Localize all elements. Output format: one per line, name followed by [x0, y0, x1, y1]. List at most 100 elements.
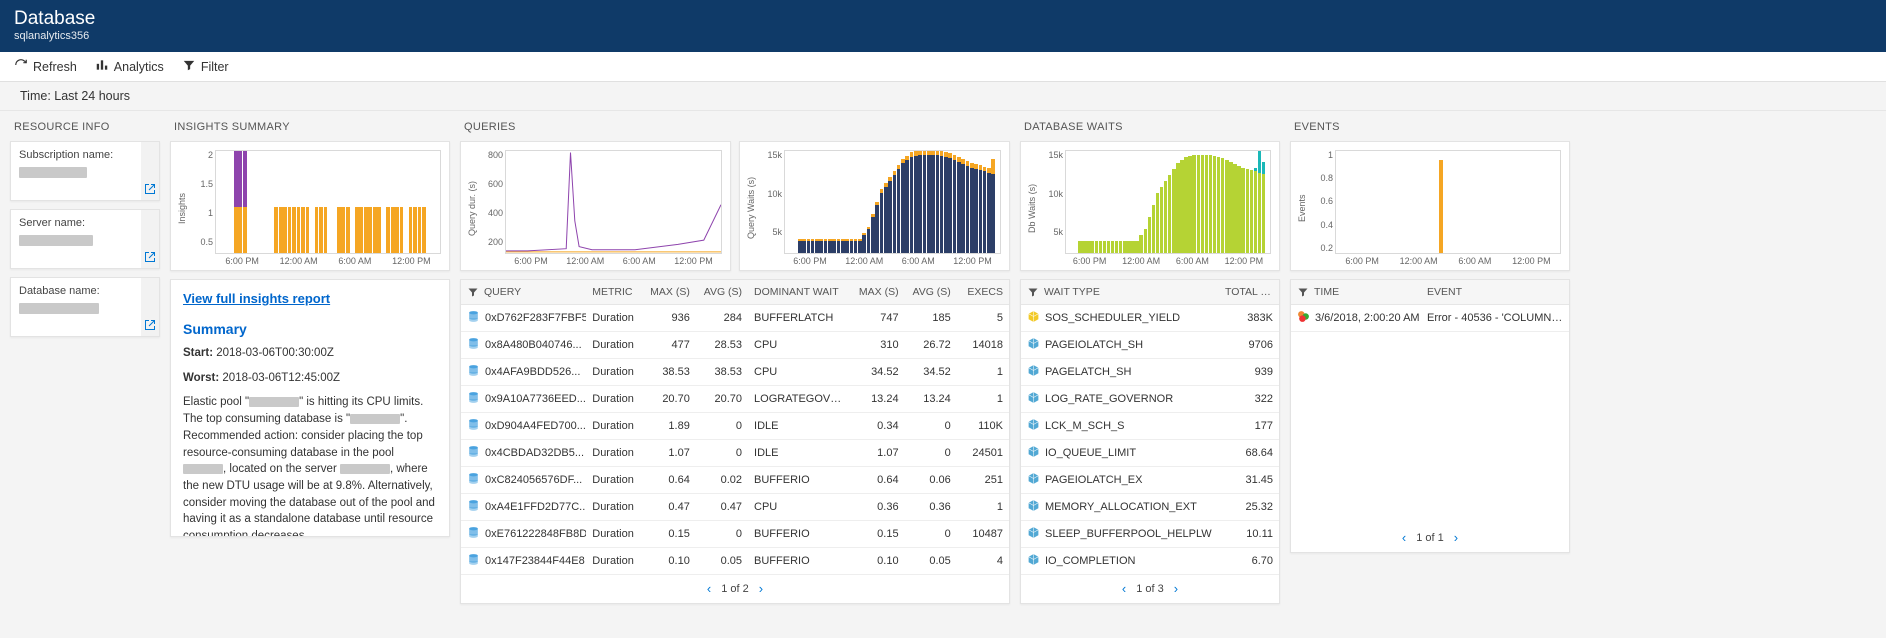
events-next-button[interactable]: ›: [1454, 530, 1458, 545]
refresh-button[interactable]: Refresh: [14, 58, 77, 75]
cube-icon: [1027, 499, 1040, 515]
y-axis-label: Query dur. (s): [467, 150, 477, 266]
time-range-label: Time: Last 24 hours: [20, 89, 130, 103]
toolbar: Refresh Analytics Filter: [0, 52, 1886, 82]
wait-type: MEMORY_ALLOCATION_EXT: [1045, 501, 1197, 513]
y-axis-label: Query Waits (s): [746, 150, 756, 266]
open-resource-button[interactable]: [141, 278, 159, 336]
view-full-report-link[interactable]: View full insights report: [183, 291, 330, 306]
table-row[interactable]: 0xC824056576DF... Duration0.640.02 BUFFE…: [461, 467, 1009, 494]
resource-section-title: RESOURCE INFO: [10, 119, 160, 133]
cube-icon: [1027, 391, 1040, 407]
table-row[interactable]: PAGELATCH_SH 939: [1021, 359, 1279, 386]
events-table: TIMEEVENT 3/6/2018, 2:00:20 AM Error - 4…: [1291, 280, 1569, 332]
table-row[interactable]: 3/6/2018, 2:00:20 AM Error - 40536 - 'CO…: [1291, 305, 1569, 332]
query-hash: 0xE761222848FB8D: [485, 528, 586, 540]
refresh-label: Refresh: [33, 60, 77, 74]
table-row[interactable]: LOG_RATE_GOVERNOR 322: [1021, 386, 1279, 413]
waits-table: WAIT TYPETOTAL (S) SOS_SCHEDULER_YIELD 3…: [1021, 280, 1279, 575]
event-text: Error - 40536 - 'COLUMNST...: [1421, 305, 1569, 332]
worst-value: 2018-03-06T12:45:00Z: [222, 372, 340, 384]
table-row[interactable]: IO_QUEUE_LIMIT 68.64: [1021, 440, 1279, 467]
resource-card: Database name:: [10, 277, 160, 337]
insights-section-title: INSIGHTS SUMMARY: [170, 119, 450, 133]
wait-type: IO_COMPLETION: [1045, 555, 1135, 567]
cube-icon: [1027, 418, 1040, 434]
table-row[interactable]: PAGEIOLATCH_EX 31.45: [1021, 467, 1279, 494]
error-icon: [1297, 310, 1310, 326]
events-chart: Events 10.80.60.40.2 6:00 PM12:00 AM6:00…: [1290, 141, 1570, 271]
table-row[interactable]: 0x4AFA9BDD526... Duration38.5338.53 CPU3…: [461, 359, 1009, 386]
event-time: 3/6/2018, 2:00:20 AM: [1315, 312, 1420, 324]
table-row[interactable]: LCK_M_SCH_S 177: [1021, 413, 1279, 440]
database-icon: [467, 553, 480, 569]
resource-label: Subscription name:: [19, 149, 133, 161]
table-row[interactable]: 0x4CBDAD32DB5... Duration1.070 IDLE1.070…: [461, 440, 1009, 467]
database-icon: [467, 310, 480, 326]
table-row[interactable]: 0xD762F283F7FBF5 Duration936284 BUFFERLA…: [461, 305, 1009, 332]
events-table-card: TIMEEVENT 3/6/2018, 2:00:20 AM Error - 4…: [1290, 279, 1570, 553]
query-hash: 0x9A10A7736EED...: [485, 393, 586, 405]
table-row[interactable]: 0xA4E1FFD2D77C... Duration0.470.47 CPU0.…: [461, 494, 1009, 521]
cube-icon: [1027, 364, 1040, 380]
queries-prev-button[interactable]: ‹: [707, 581, 711, 596]
table-row[interactable]: PAGEIOLATCH_SH 9706: [1021, 332, 1279, 359]
wait-type: SOS_SCHEDULER_YIELD: [1045, 312, 1180, 324]
filter-button[interactable]: Filter: [182, 58, 229, 75]
database-icon: [467, 472, 480, 488]
resource-value-placeholder: [19, 235, 93, 246]
open-resource-button[interactable]: [141, 210, 159, 268]
table-row[interactable]: 0x9A10A7736EED... Duration20.7020.70 LOG…: [461, 386, 1009, 413]
queries-table-card: QUERYMETRICMAX (S)AVG (S)DOMINANT WAITMA…: [460, 279, 1010, 604]
cube-icon: [1027, 472, 1040, 488]
page-subtitle: sqlanalytics356: [14, 30, 1872, 42]
waits-prev-button[interactable]: ‹: [1122, 581, 1126, 596]
summary-heading: Summary: [183, 319, 437, 339]
table-row[interactable]: 0xD904A4FED700... Duration1.890 IDLE0.34…: [461, 413, 1009, 440]
filter-label: Filter: [201, 60, 229, 74]
query-hash: 0x4AFA9BDD526...: [485, 366, 580, 378]
table-row[interactable]: 0x8A480B040746... Duration47728.53 CPU31…: [461, 332, 1009, 359]
wait-type: LOG_RATE_GOVERNOR: [1045, 393, 1173, 405]
table-row[interactable]: 0xE761222848FB8D Duration0.150 BUFFERIO0…: [461, 521, 1009, 548]
insights-summary-card: View full insights report Summary Start:…: [170, 279, 450, 537]
insights-chart: Insights 21.510.5 6:00 PM12:00 AM6:00 AM…: [170, 141, 450, 271]
query-hash: 0xD762F283F7FBF5: [485, 312, 586, 324]
start-label: Start:: [183, 347, 213, 359]
database-icon: [467, 364, 480, 380]
resource-card: Server name:: [10, 209, 160, 269]
queries-pager: ‹ 1 of 2 ›: [461, 575, 1009, 603]
query-hash: 0xA4E1FFD2D77C...: [485, 501, 586, 513]
queries-next-button[interactable]: ›: [759, 581, 763, 596]
resource-label: Server name:: [19, 217, 133, 229]
events-section-title: EVENTS: [1290, 119, 1570, 133]
wait-type: PAGEIOLATCH_SH: [1045, 339, 1143, 351]
resource-label: Database name:: [19, 285, 133, 297]
cube-icon: [1027, 337, 1040, 353]
wait-type: IO_QUEUE_LIMIT: [1045, 447, 1136, 459]
open-resource-button[interactable]: [141, 142, 159, 200]
table-row[interactable]: SOS_SCHEDULER_YIELD 383K: [1021, 305, 1279, 332]
query-hash: 0x147F23844F44E8: [485, 555, 585, 567]
resource-card: Subscription name:: [10, 141, 160, 201]
worst-label: Worst:: [183, 372, 219, 384]
waits-next-button[interactable]: ›: [1174, 581, 1178, 596]
analytics-button[interactable]: Analytics: [95, 58, 164, 75]
resource-value-placeholder: [19, 167, 87, 178]
page-banner: Database sqlanalytics356: [0, 0, 1886, 52]
events-prev-button[interactable]: ‹: [1402, 530, 1406, 545]
query-hash: 0xD904A4FED700...: [485, 420, 586, 432]
table-row[interactable]: 0x147F23844F44E8 Duration0.100.05 BUFFER…: [461, 548, 1009, 575]
table-row[interactable]: IO_COMPLETION 6.70: [1021, 548, 1279, 575]
y-axis-label: Events: [1297, 150, 1307, 266]
db-waits-chart: Db Waits (s) 15k10k5k 6:00 PM12:00 AM6:0…: [1020, 141, 1280, 271]
wait-type: PAGEIOLATCH_EX: [1045, 474, 1142, 486]
table-row[interactable]: MEMORY_ALLOCATION_EXT 25.32: [1021, 494, 1279, 521]
table-row[interactable]: SLEEP_BUFFERPOOL_HELPLW 10.11: [1021, 521, 1279, 548]
time-range-bar[interactable]: Time: Last 24 hours: [0, 82, 1886, 111]
wait-type: PAGELATCH_SH: [1045, 366, 1131, 378]
query-waits-chart: Query Waits (s) 15k10k5k 6:00 PM12:00 AM…: [739, 141, 1010, 271]
cube-icon: [1027, 526, 1040, 542]
cube-icon: [1027, 553, 1040, 569]
waits-table-card: WAIT TYPETOTAL (S) SOS_SCHEDULER_YIELD 3…: [1020, 279, 1280, 604]
